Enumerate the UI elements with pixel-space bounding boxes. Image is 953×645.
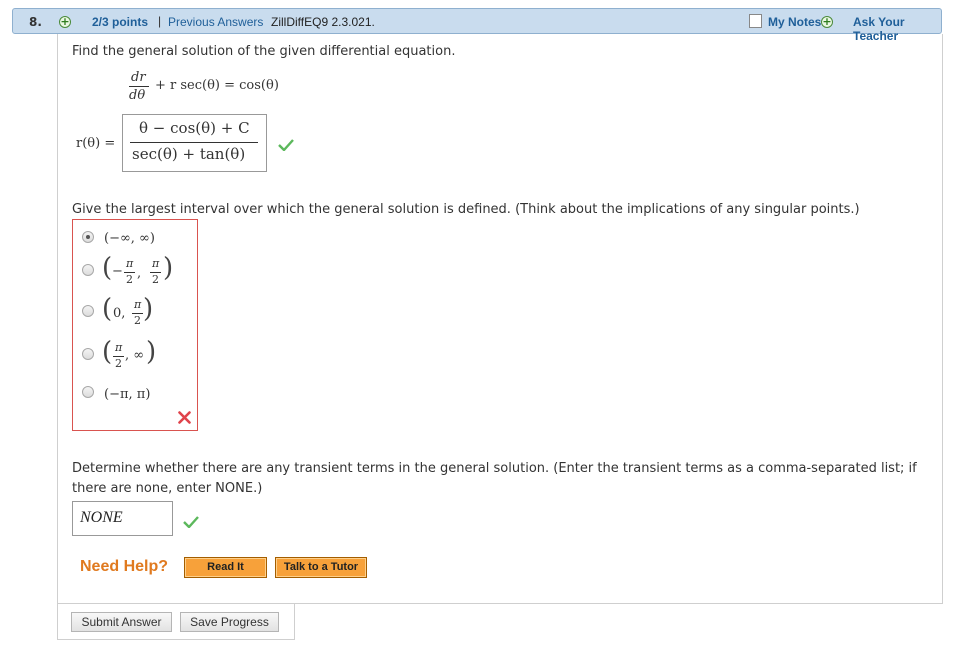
eq-rest: + r sec(θ) = cos(θ) xyxy=(155,78,279,93)
question-prompt: Find the general solution of the given d… xyxy=(72,44,456,59)
submit-answer-button[interactable]: Submit Answer xyxy=(71,612,172,632)
transient-prompt-line-1: Determine whether there are any transien… xyxy=(72,461,917,476)
option-2-comma: , xyxy=(137,266,142,281)
option-3-den: 2 xyxy=(134,314,141,327)
previous-answers-link[interactable]: Previous Answers xyxy=(168,15,263,29)
interval-option-1-label: (−∞, ∞) xyxy=(104,231,155,246)
option-3-left: 0, xyxy=(113,306,126,321)
option-2-den: 2 xyxy=(126,273,133,286)
read-it-button[interactable]: Read It xyxy=(184,557,267,578)
paren-left: ( xyxy=(102,337,113,367)
interval-option-4-radio[interactable] xyxy=(82,348,94,360)
interval-option-2-radio[interactable] xyxy=(82,264,94,276)
incorrect-x-icon xyxy=(178,411,191,424)
paren-right: ) xyxy=(146,337,157,367)
transient-prompt-line-2: there are none, enter NONE.) xyxy=(72,481,263,496)
save-progress-button[interactable]: Save Progress xyxy=(180,612,279,632)
my-notes-link[interactable]: My Notes xyxy=(768,15,821,29)
question-header-bar: 8. + 2/3 points | Previous Answers ZillD… xyxy=(12,8,942,43)
notes-icon[interactable] xyxy=(749,14,762,28)
option-4-num: π xyxy=(115,341,123,354)
question-id: ZillDiffEQ9 2.3.021. xyxy=(271,15,375,29)
option-4-den: 2 xyxy=(115,357,122,370)
correct-check-icon xyxy=(278,139,294,151)
paren-left: ( xyxy=(102,253,113,283)
answer-denominator: sec(θ) + tan(θ) xyxy=(132,145,246,163)
interval-option-5-radio[interactable] xyxy=(82,386,94,398)
paren-right: ) xyxy=(163,253,174,283)
question-number: 8. xyxy=(29,15,42,29)
paren-left: ( xyxy=(102,294,113,324)
correct-check-icon xyxy=(183,516,199,528)
eq-fraction-bar xyxy=(129,86,149,87)
option-2-den2: 2 xyxy=(152,273,159,286)
answer-numerator: θ − cos(θ) + C xyxy=(139,119,250,137)
option-3-num: π xyxy=(134,298,142,311)
paren-right: ) xyxy=(143,294,154,324)
expand-plus-icon[interactable]: + xyxy=(59,16,71,28)
option-2-num: π xyxy=(126,257,134,270)
header-separator: | xyxy=(158,14,162,28)
transient-answer-input[interactable]: NONE xyxy=(72,501,173,536)
eq-denominator: dθ xyxy=(129,88,146,103)
transient-answer-value: NONE xyxy=(80,509,123,526)
option-2-num2: π xyxy=(152,257,160,270)
option-2-minus: − xyxy=(112,264,123,279)
need-help-label: Need Help? xyxy=(80,558,169,575)
answer-label: r(θ) = xyxy=(76,136,116,151)
interval-option-5-label: (−π, π) xyxy=(104,387,151,402)
interval-option-3-radio[interactable] xyxy=(82,305,94,317)
ask-teacher-plus-icon[interactable]: + xyxy=(821,16,833,28)
talk-to-tutor-button[interactable]: Talk to a Tutor xyxy=(275,557,367,578)
answer-fraction-bar xyxy=(130,142,258,143)
interval-prompt: Give the largest interval over which the… xyxy=(72,202,860,217)
points-label: 2/3 points xyxy=(92,15,149,29)
eq-numerator: dr xyxy=(131,70,146,85)
option-4-right: , ∞ xyxy=(125,348,145,363)
interval-option-1-radio[interactable] xyxy=(82,231,94,243)
